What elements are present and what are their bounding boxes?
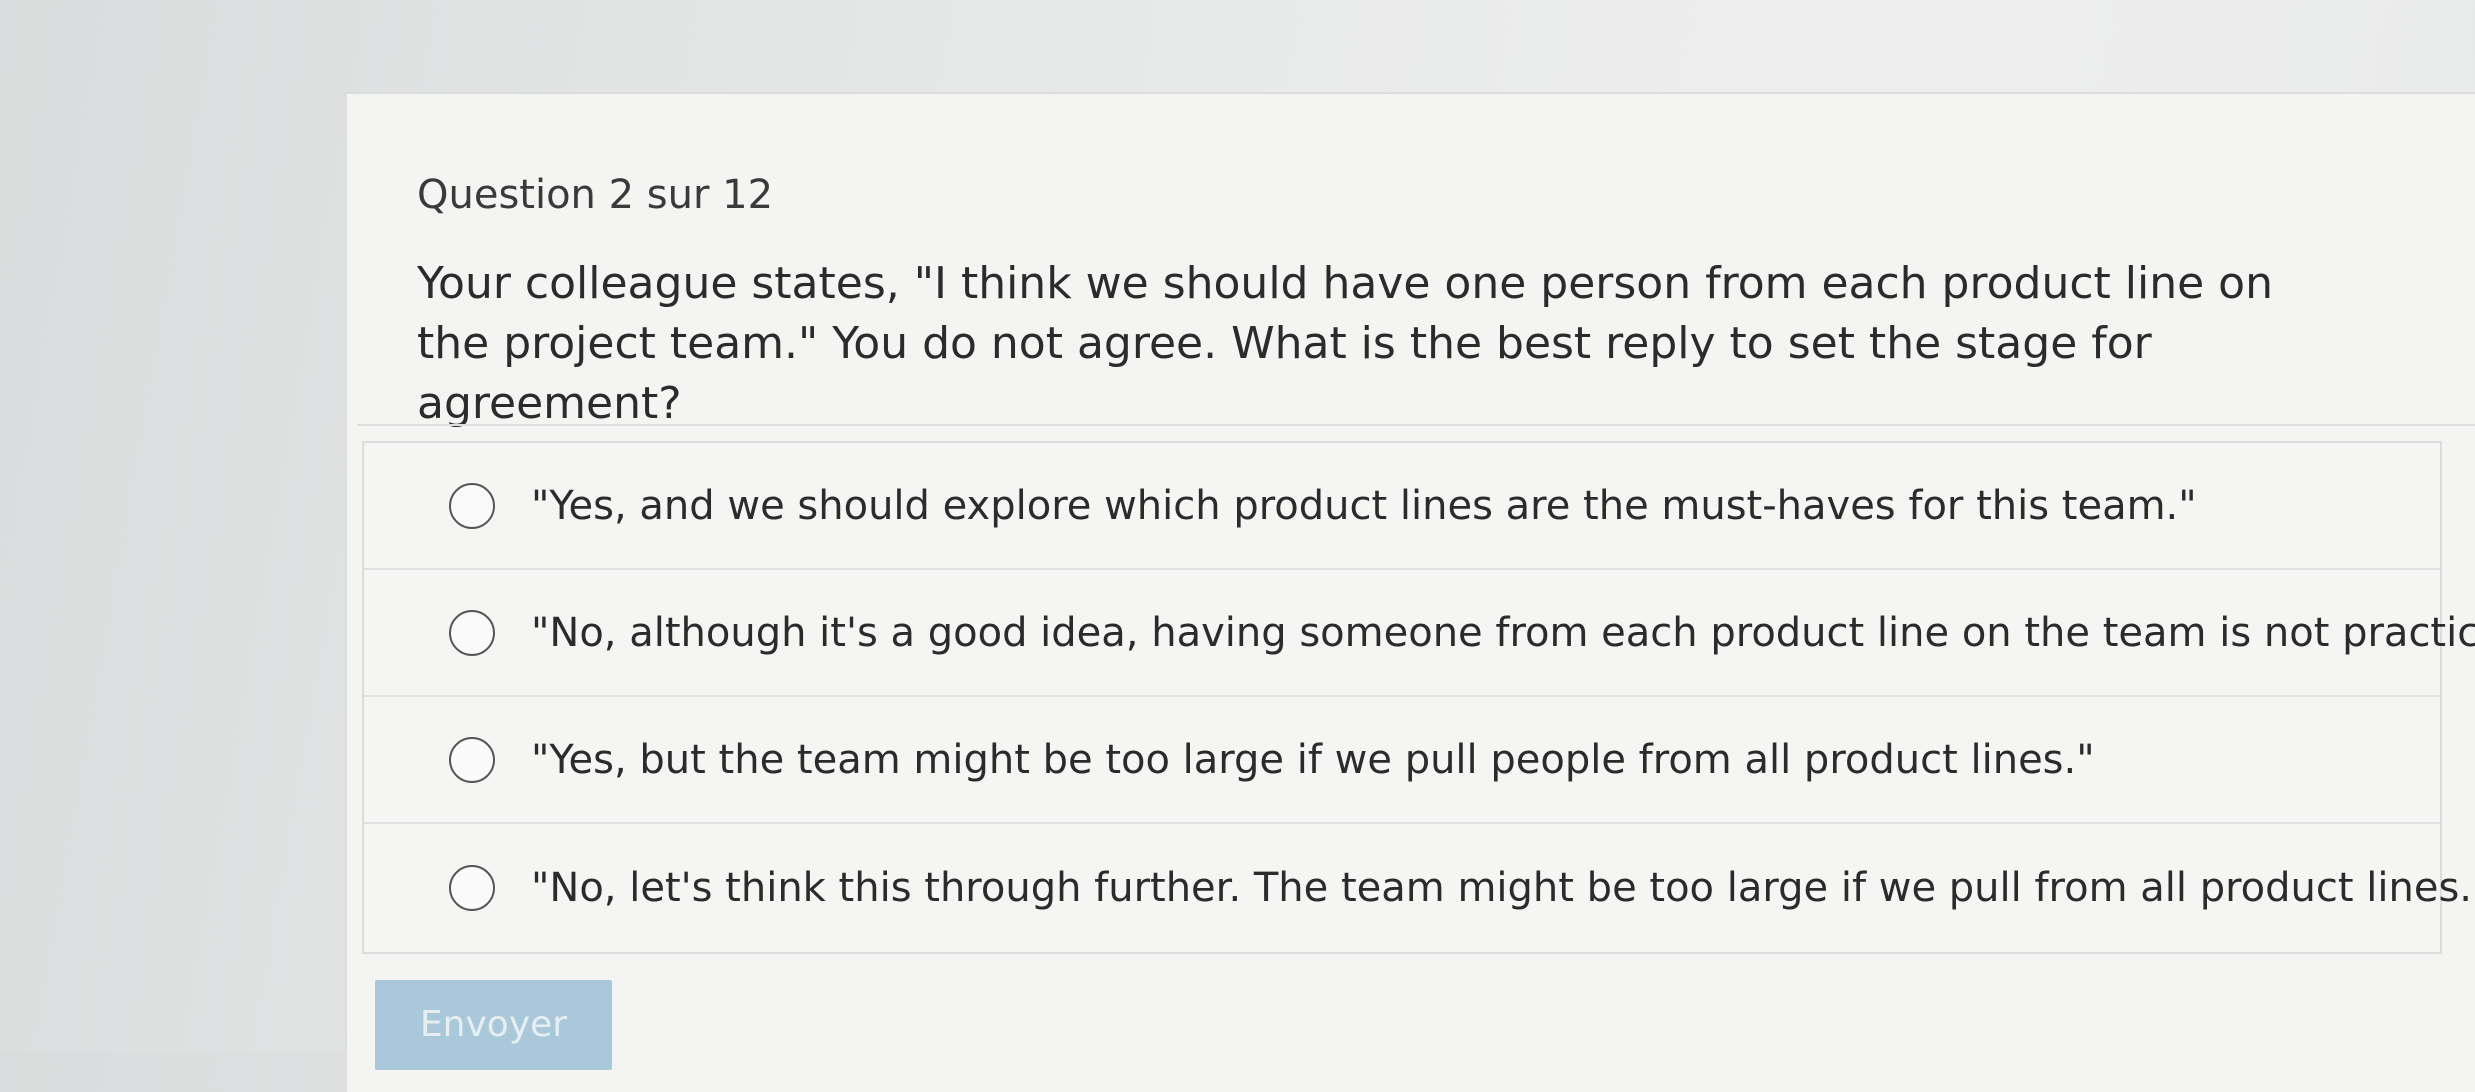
divider [357, 424, 2475, 426]
answer-option-1[interactable]: "Yes, and we should explore which produc… [364, 443, 2440, 570]
radio-button[interactable] [449, 482, 495, 529]
radio-button[interactable] [449, 736, 495, 783]
answer-label: "Yes, and we should explore which produc… [531, 482, 2197, 529]
radio-button[interactable] [449, 864, 495, 911]
quiz-card: Question 2 sur 12 Your colleague states,… [345, 92, 2475, 1092]
answer-option-3[interactable]: "Yes, but the team might be too large if… [364, 697, 2440, 824]
radio-button[interactable] [449, 609, 495, 656]
submit-button[interactable]: Envoyer [375, 980, 612, 1070]
answer-option-4[interactable]: "No, let's think this through further. T… [364, 824, 2475, 951]
question-counter: Question 2 sur 12 [417, 172, 774, 218]
answer-options: "Yes, and we should explore which produc… [362, 441, 2475, 954]
answer-label: "No, although it's a good idea, having s… [531, 609, 2475, 656]
answer-label: "Yes, but the team might be too large if… [531, 736, 2095, 783]
question-prompt: Your colleague states, "I think we shoul… [417, 258, 2273, 429]
answer-option-2[interactable]: "No, although it's a good idea, having s… [364, 570, 2475, 697]
answer-label: "No, let's think this through further. T… [531, 864, 2475, 911]
